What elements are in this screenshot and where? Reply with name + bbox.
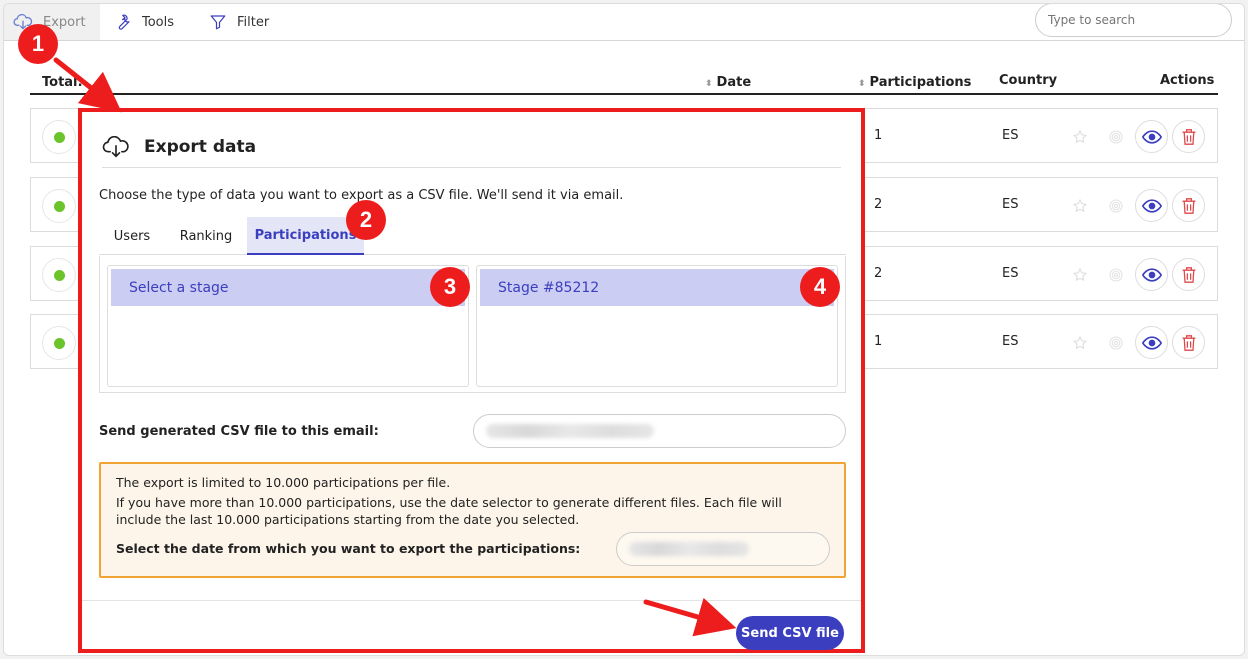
- arrow-to-send-button: [643, 597, 737, 637]
- callout-badge-3: 3: [430, 267, 470, 307]
- annotation-arrows: [53, 57, 737, 637]
- arrow-to-modal: [53, 57, 122, 113]
- callout-badge-2: 2: [346, 200, 386, 240]
- callout-badge-1: 1: [18, 24, 58, 64]
- callout-badge-4: 4: [800, 267, 840, 307]
